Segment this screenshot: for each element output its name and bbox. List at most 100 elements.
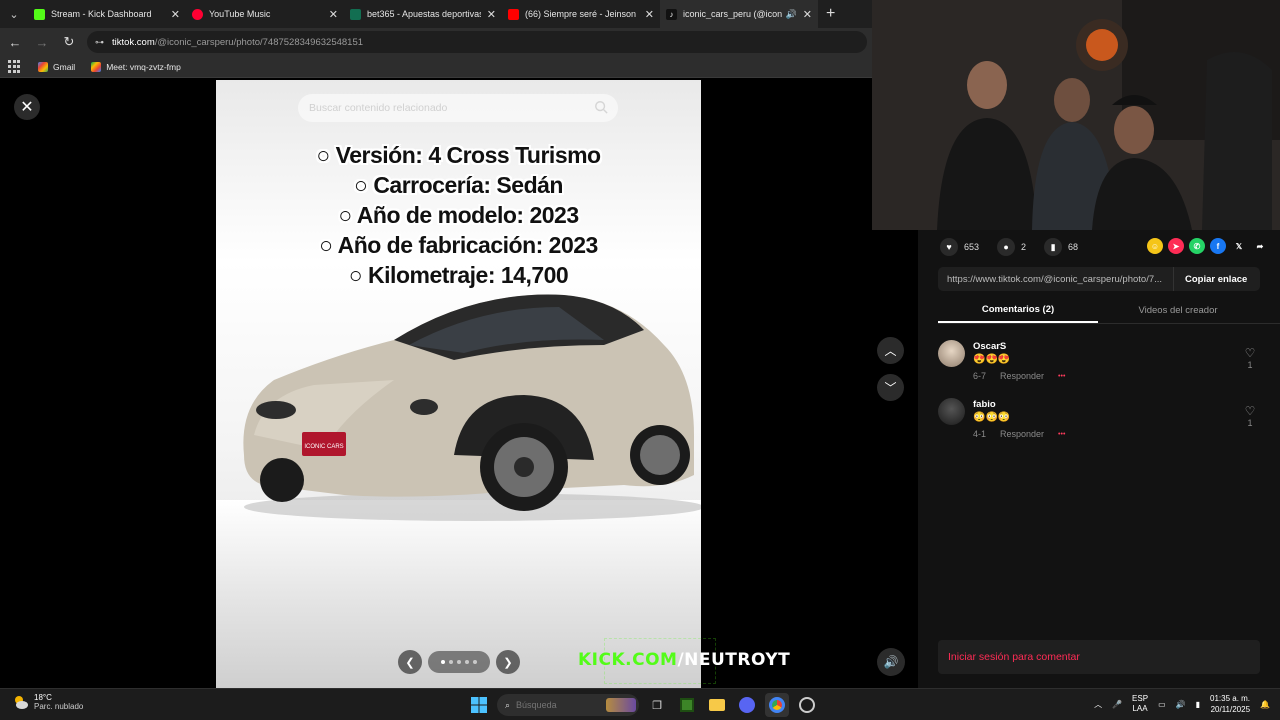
address-bar[interactable]: ⊶ tiktok.com/@iconic_carsperu/photo/7487… — [87, 31, 867, 53]
url-path: /@iconic_carsperu/photo/7487528349632548… — [154, 36, 364, 48]
slide-dot[interactable] — [473, 660, 477, 664]
volume-icon[interactable]: 🔊 — [1176, 700, 1186, 709]
audio-playing-icon[interactable]: 🔊 — [786, 9, 797, 20]
forward-arrow-icon[interactable]: → — [30, 30, 54, 54]
close-tab-icon[interactable]: ✕ — [645, 8, 654, 21]
facebook-share-icon[interactable]: f — [1210, 238, 1226, 254]
tab-label: YouTube Music — [209, 9, 271, 19]
next-post-button[interactable]: ﹀ — [877, 374, 904, 401]
notifications-bell-icon[interactable]: 🔔 — [1260, 700, 1270, 709]
search-highlight-icon — [606, 698, 637, 712]
discord-app-icon[interactable] — [735, 693, 759, 717]
battery-icon[interactable]: ▮ — [1196, 700, 1200, 709]
obs-app-icon[interactable] — [795, 693, 819, 717]
close-tab-icon[interactable]: ✕ — [487, 8, 496, 21]
friends-share-icon[interactable]: ☺ — [1147, 238, 1163, 254]
more-share-arrow-icon[interactable]: ➦ — [1252, 238, 1268, 254]
whatsapp-share-icon[interactable]: ✆ — [1189, 238, 1205, 254]
close-tab-icon[interactable]: ✕ — [329, 8, 338, 21]
tray-overflow-chevron-icon[interactable]: ︿ — [1094, 699, 1102, 710]
clock-date: 20/11/2025 — [1210, 705, 1251, 714]
post-link-url[interactable]: https://www.tiktok.com/@iconic_carsperu/… — [938, 274, 1173, 285]
weather-widget[interactable]: 18°C Parc. nublado — [12, 693, 83, 711]
tab-kick-dashboard[interactable]: Stream - Kick Dashboard ✕ — [28, 0, 186, 28]
photo-slide[interactable]: ○ Versión: 4 Cross Turismo ○ Carrocería:… — [216, 80, 701, 688]
task-view-icon[interactable]: ❐ — [645, 693, 669, 717]
comment-like-button[interactable]: ♡ 1 — [1240, 346, 1260, 370]
bookmarks-bar: Gmail Meet: vmq-zvtz-fmp — [0, 56, 872, 78]
taskbar-search-input[interactable] — [516, 700, 607, 710]
minecraft-app-icon[interactable] — [675, 693, 699, 717]
related-search-input[interactable] — [309, 102, 579, 114]
send-share-icon[interactable]: ➤ — [1168, 238, 1184, 254]
windows-start-icon[interactable] — [467, 693, 491, 717]
webcam-scene — [872, 0, 1280, 230]
login-to-comment-button[interactable]: Iniciar sesión para comentar — [938, 640, 1260, 674]
slide-dot[interactable] — [449, 660, 453, 664]
microphone-icon[interactable]: 🎤 — [1112, 700, 1122, 709]
close-tab-icon[interactable]: ✕ — [171, 8, 180, 21]
next-photo-button[interactable]: ❯ — [496, 650, 520, 674]
file-explorer-icon[interactable] — [705, 693, 729, 717]
chevron-right-icon: ❯ — [503, 656, 513, 669]
comment-date: 4-1 — [973, 429, 987, 439]
tab-youtube-video[interactable]: (66) Siempre seré - Jeinson Ma ✕ — [502, 0, 660, 28]
search-icon[interactable] — [594, 100, 608, 114]
comment-text: 😳😳😳 — [973, 412, 1011, 423]
previous-post-button[interactable]: ︿ — [877, 337, 904, 364]
slide-dot[interactable] — [457, 660, 461, 664]
comment-like-count: 1 — [1247, 360, 1253, 370]
new-tab-plus-icon[interactable]: + — [826, 5, 835, 23]
system-clock[interactable]: 01:35 a. m. 20/11/2025 — [1210, 693, 1250, 715]
site-info-icon[interactable]: ⊶ — [95, 37, 104, 48]
avatar[interactable] — [938, 398, 965, 425]
more-options-icon[interactable]: ••• — [1058, 373, 1065, 380]
apps-grid-icon[interactable] — [8, 59, 22, 74]
more-options-icon[interactable]: ••• — [1058, 431, 1065, 438]
reply-button[interactable]: Responder — [1000, 429, 1044, 439]
comment-like-button[interactable]: ♡ 1 — [1240, 404, 1260, 428]
like-action[interactable]: ♥ 653 — [940, 238, 979, 256]
clock-time: 01:35 a. m. — [1210, 694, 1251, 703]
copy-link-button[interactable]: Copiar enlace — [1173, 267, 1247, 291]
comment-meta: 4-1 Responder ••• — [973, 429, 1065, 439]
x-share-icon[interactable]: 𝕏 — [1231, 238, 1247, 254]
close-viewer-button[interactable]: ✕ — [14, 94, 40, 120]
tab-search-chevron-icon[interactable]: ⌄ — [0, 0, 28, 28]
bookmark-gmail[interactable]: Gmail — [38, 61, 75, 72]
reply-button[interactable]: Responder — [1000, 371, 1044, 381]
network-icon[interactable]: ▭ — [1158, 700, 1166, 709]
bookmark-meet[interactable]: Meet: vmq-zvtz-fmp — [91, 61, 181, 72]
related-search-box[interactable] — [298, 94, 618, 122]
tab-comments[interactable]: Comentarios (2) — [938, 298, 1098, 323]
tab-youtube-music[interactable]: YouTube Music ✕ — [186, 0, 344, 28]
tab-tiktok[interactable]: ♪ iconic_cars_peru (@iconic_c 🔊 ✕ — [660, 0, 818, 28]
system-tray: ︿ 🎤 ESP LAA ▭ 🔊 ▮ 01:35 a. m. 20/11/2025… — [1094, 693, 1270, 715]
comment-username[interactable]: fabio — [973, 399, 996, 410]
previous-photo-button[interactable]: ❮ — [398, 650, 422, 674]
keyboard-layout: LAA — [1132, 704, 1148, 713]
taskbar-search[interactable]: ⌕ — [497, 694, 639, 716]
kick-domain-text: KICK.COM — [578, 650, 678, 670]
car-image: ICONIC CARS — [243, 294, 701, 521]
avatar[interactable] — [938, 340, 965, 367]
tab-creator-videos[interactable]: Videos del creador — [1098, 298, 1258, 323]
url-host: tiktok.com — [112, 36, 155, 48]
comment-count: 2 — [1021, 242, 1027, 252]
input-language-indicator[interactable]: ESP LAA — [1132, 694, 1148, 714]
spec-body: ○ Carrocería: Sedán — [354, 172, 563, 198]
chrome-app-icon[interactable] — [765, 693, 789, 717]
slide-dot[interactable] — [465, 660, 469, 664]
save-action[interactable]: ▮ 68 — [1044, 238, 1078, 256]
tab-bet365[interactable]: bet365 - Apuestas deportivas e ✕ — [344, 0, 502, 28]
close-tab-icon[interactable]: ✕ — [803, 8, 812, 21]
volume-button[interactable]: 🔊 — [877, 648, 905, 676]
back-arrow-icon[interactable]: ← — [3, 30, 27, 54]
taskbar-apps: ⌕ ❐ — [467, 693, 819, 717]
comment-username[interactable]: OscarS — [973, 341, 1006, 352]
comment-action[interactable]: ● 2 — [997, 238, 1026, 256]
reload-icon[interactable]: ↻ — [57, 30, 81, 54]
kick-channel-watermark: KICK.COM/NEUTROYT — [578, 650, 790, 670]
slide-dot[interactable] — [441, 660, 445, 664]
save-count: 68 — [1068, 242, 1079, 252]
